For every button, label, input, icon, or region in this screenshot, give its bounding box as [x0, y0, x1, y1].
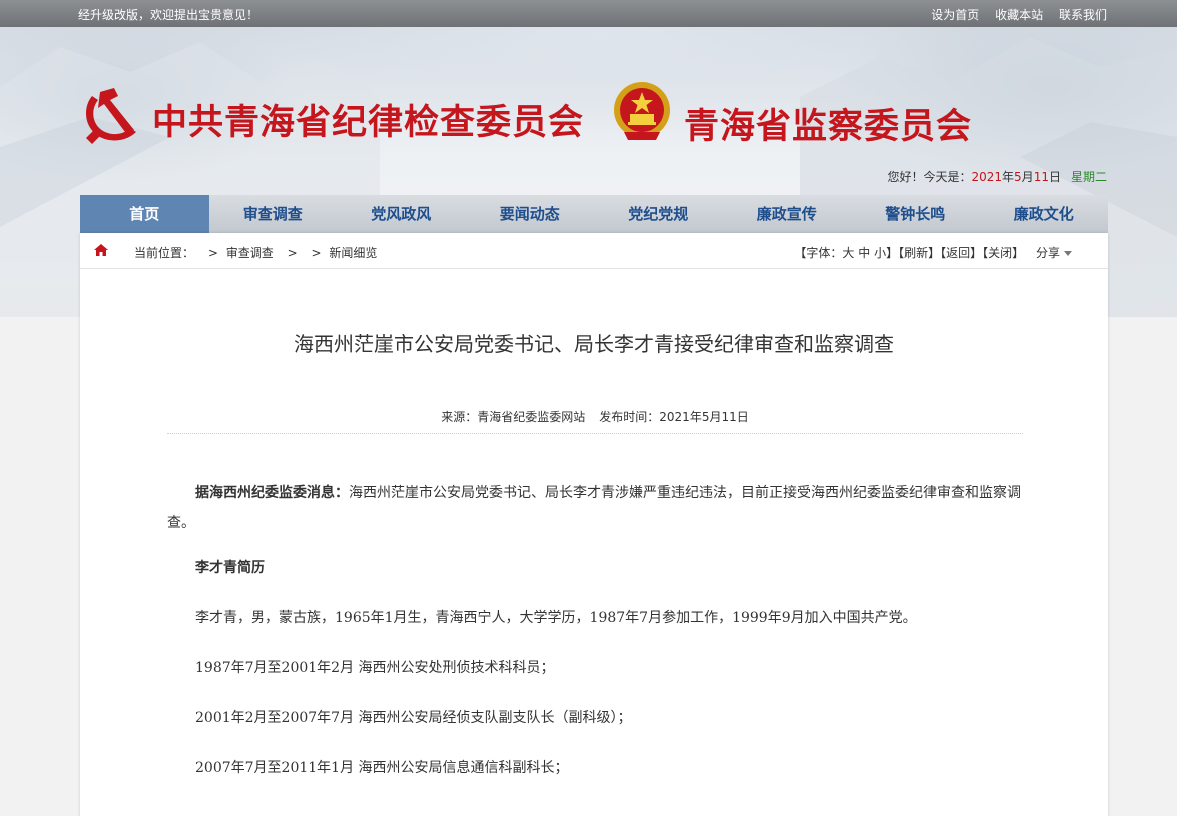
bookmark-site-link[interactable]: 收藏本站: [995, 8, 1043, 22]
main-nav: 首页 审查调查 党风政风 要闻动态 党纪党规 廉政宣传 警钟长鸣 廉政文化: [80, 195, 1108, 233]
supervision-title: 青海省监察委员会: [684, 106, 973, 147]
nav-item-investigation[interactable]: 审查调查: [209, 195, 338, 233]
nav-item-news[interactable]: 要闻动态: [466, 195, 595, 233]
article-title: 海西州茫崖市公安局党委书记、局长李才青接受纪律审查和监察调查: [294, 332, 894, 356]
site-notice: 经升级改版，欢迎提出宝贵意见！: [78, 8, 259, 22]
font-medium-button[interactable]: 中: [858, 246, 870, 260]
career-item: 2007年7月至2011年1月 海西州公安局信息通信科副科长；: [195, 760, 569, 776]
breadcrumb: 当前位置： > 审查调查 > > 新闻细览 【字体：大 中 小】【刷新】【返回】…: [80, 233, 1108, 269]
house-icon: [94, 244, 108, 256]
nav-item-regulations[interactable]: 党纪党规: [594, 195, 723, 233]
lead-source: 据海西州纪委监委消息：: [195, 485, 349, 501]
breadcrumb-separator: >: [207, 246, 218, 260]
set-homepage-link[interactable]: 设为首页: [931, 8, 979, 22]
career-item: 2001年2月至2007年7月 海西州公安局经侦支队副支队长（副科级）；: [195, 710, 632, 726]
article-tools: 【字体：大 中 小】【刷新】【返回】【关闭】 分享: [794, 244, 1072, 261]
bio-paragraph: 李才青，男，蒙古族，1965年1月生，青海西宁人，大学学历，1987年7月参加工…: [195, 610, 917, 626]
career-item: 1987年7月至2001年2月 海西州公安处刑侦技术科科员；: [195, 660, 555, 676]
article-source: 来源：青海省纪委监委网站: [441, 410, 586, 424]
font-small-button[interactable]: 小: [874, 246, 886, 260]
article-meta: 来源：青海省纪委监委网站 发布时间：2021年5月11日: [167, 408, 1023, 434]
font-large-button[interactable]: 大: [842, 246, 854, 260]
back-button[interactable]: 【返回】: [940, 246, 982, 260]
chevron-down-icon: [1064, 251, 1072, 256]
close-button[interactable]: 【关闭】: [982, 246, 1024, 260]
breadcrumb-label: 当前位置：: [134, 246, 195, 260]
day: 11: [1033, 170, 1049, 184]
breadcrumb-separator: >: [287, 246, 298, 260]
share-button[interactable]: 分享: [1036, 246, 1072, 260]
nav-item-home[interactable]: 首页: [80, 195, 209, 233]
breadcrumb-separator: >: [311, 246, 322, 260]
weekday: 星期二: [1070, 170, 1107, 184]
article-body: 据海西州纪委监委消息：海西州茫崖市公安局党委书记、局长李才青涉嫌严重违纪违法，目…: [167, 478, 1027, 803]
nav-item-conduct[interactable]: 党风政风: [337, 195, 466, 233]
top-links: 设为首页 收藏本站 联系我们: [919, 6, 1107, 23]
resume-heading: 李才青简历: [195, 560, 265, 576]
nav-item-publicity[interactable]: 廉政宣传: [723, 195, 852, 233]
breadcrumb-item-investigation[interactable]: 审查调查: [226, 246, 274, 260]
contact-us-link[interactable]: 联系我们: [1059, 8, 1107, 22]
national-emblem-icon: [614, 82, 670, 140]
breadcrumb-path: 当前位置： > 审查调查 > > 新闻细览: [134, 244, 381, 261]
party-emblem-icon: [86, 88, 136, 144]
month: 5: [1014, 170, 1022, 184]
lead-paragraph: 据海西州纪委监委消息：海西州茫崖市公安局党委书记、局长李才青涉嫌严重违纪违法，目…: [167, 485, 1021, 531]
breadcrumb-item-detail: 新闻细览: [329, 246, 378, 260]
nav-item-culture[interactable]: 廉政文化: [980, 195, 1109, 233]
refresh-button[interactable]: 【刷新】: [898, 246, 940, 260]
date-display: 您好！今天是：2021年5月11日 星期二: [887, 170, 1107, 184]
commission-title: 中共青海省纪律检查委员会: [152, 102, 585, 143]
nav-item-warnings[interactable]: 警钟长鸣: [851, 195, 980, 233]
content-panel: 当前位置： > 审查调查 > > 新闻细览 【字体：大 中 小】【刷新】【返回】…: [80, 233, 1108, 816]
article-date: 发布时间：2021年5月11日: [599, 410, 749, 424]
year: 2021: [971, 170, 1003, 184]
top-bar: 经升级改版，欢迎提出宝贵意见！ 设为首页 收藏本站 联系我们: [0, 0, 1177, 27]
